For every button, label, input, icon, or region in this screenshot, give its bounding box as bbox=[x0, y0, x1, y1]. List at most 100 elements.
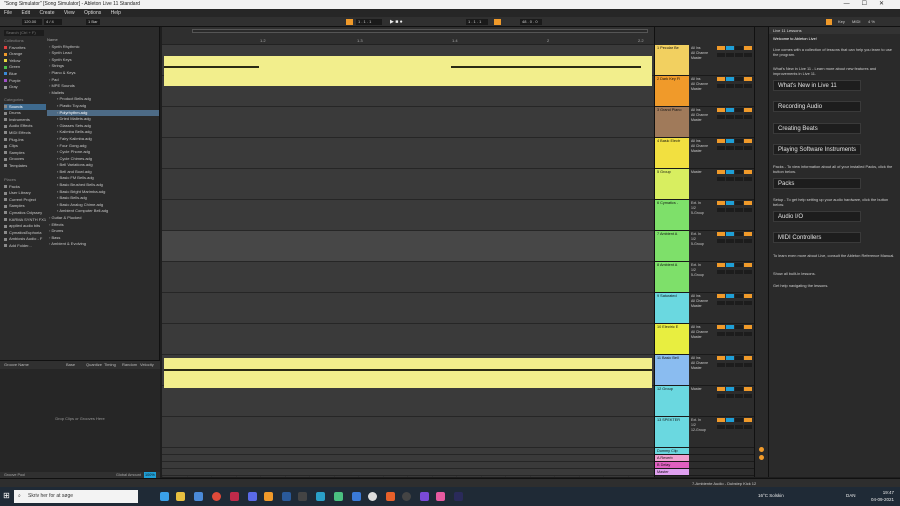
app-icon[interactable] bbox=[352, 492, 361, 501]
browser-item[interactable]: ▪ Plastic Toy.adg bbox=[47, 103, 159, 110]
track-lane[interactable] bbox=[162, 169, 654, 200]
track-io-out[interactable]: Master bbox=[691, 366, 715, 371]
send-b-field[interactable] bbox=[743, 270, 752, 275]
arm-button[interactable] bbox=[734, 232, 743, 237]
app-icon[interactable] bbox=[386, 492, 395, 501]
send-a-field[interactable] bbox=[734, 270, 743, 275]
send-a-field[interactable] bbox=[734, 332, 743, 337]
send-b-field[interactable] bbox=[743, 146, 752, 151]
place-item[interactable]: Add Folder... bbox=[4, 243, 46, 250]
monitor-button[interactable] bbox=[743, 356, 752, 361]
collection-item[interactable]: Yellow bbox=[4, 58, 46, 65]
play-stop-record[interactable]: ▶ ■ ● bbox=[388, 19, 410, 25]
monitor-button[interactable] bbox=[743, 139, 752, 144]
volume-field[interactable] bbox=[717, 332, 726, 337]
track-header[interactable]: 1 Pecular Be All Ins All Channe Master bbox=[655, 45, 755, 76]
arm-button[interactable] bbox=[734, 418, 743, 423]
key-map-button[interactable] bbox=[826, 19, 832, 25]
pan-field[interactable] bbox=[726, 394, 735, 399]
volume-field[interactable] bbox=[717, 84, 726, 89]
ableton-icon[interactable] bbox=[298, 492, 307, 501]
app-icon[interactable] bbox=[230, 492, 239, 501]
browser-item[interactable]: › Guitar & Plucked bbox=[47, 215, 159, 222]
arm-button[interactable] bbox=[734, 108, 743, 113]
pan-field[interactable] bbox=[726, 146, 735, 151]
solo-button[interactable] bbox=[726, 325, 735, 330]
category-item[interactable]: MIDI Effects bbox=[4, 130, 46, 137]
midi-label[interactable]: MIDI bbox=[850, 19, 862, 25]
track-io-out[interactable]: Master bbox=[691, 170, 715, 175]
track-io-out[interactable]: Master bbox=[691, 387, 715, 392]
track-name[interactable]: 5 Group bbox=[655, 169, 689, 199]
track-name[interactable]: 1 Pecular Be bbox=[655, 45, 689, 75]
browser-item[interactable]: ▪ Kalimba Bells.adg bbox=[47, 129, 159, 136]
collection-item[interactable]: Orange bbox=[4, 51, 46, 58]
arm-button[interactable] bbox=[734, 294, 743, 299]
volume-field[interactable] bbox=[717, 301, 726, 306]
weather-widget[interactable]: 16°C Solskin bbox=[758, 493, 784, 498]
chrome-icon[interactable] bbox=[212, 492, 221, 501]
solo-button[interactable] bbox=[726, 387, 735, 392]
midi-clip-track-11[interactable] bbox=[164, 358, 652, 388]
track-activator-button[interactable] bbox=[717, 139, 726, 144]
key-label[interactable]: Key bbox=[836, 19, 846, 25]
pan-field[interactable] bbox=[726, 270, 735, 275]
quantize-menu[interactable]: 1 Bar bbox=[86, 19, 100, 25]
arrangement-view[interactable]: 1.2 1.3 1.4 2 2.2 0:00:0000:00:2500:00:5… bbox=[162, 27, 654, 505]
track-lane[interactable] bbox=[162, 469, 654, 476]
monitor-button[interactable] bbox=[743, 201, 752, 206]
track-name[interactable]: 12 Group bbox=[655, 386, 689, 416]
file-explorer-icon[interactable] bbox=[176, 492, 185, 501]
lesson-button-creating-beats[interactable]: Creating Beats bbox=[773, 123, 861, 134]
track-lane[interactable] bbox=[162, 417, 654, 448]
browser-item[interactable]: › Bass bbox=[47, 235, 159, 242]
track-activator-button[interactable] bbox=[717, 201, 726, 206]
track-name[interactable]: 10 Electric E bbox=[655, 324, 689, 354]
track-lane[interactable] bbox=[162, 448, 654, 455]
track-lane[interactable] bbox=[162, 107, 654, 138]
send-a-field[interactable] bbox=[734, 208, 743, 213]
category-item[interactable]: Clips bbox=[4, 143, 46, 150]
app-icon[interactable] bbox=[420, 492, 429, 501]
browser-item[interactable]: ▪ Four Gong.adg bbox=[47, 143, 159, 150]
track-io-out[interactable]: 5-Group bbox=[691, 273, 715, 278]
send-b-field[interactable] bbox=[743, 208, 752, 213]
pan-field[interactable] bbox=[726, 425, 735, 430]
monitor-button[interactable] bbox=[743, 387, 752, 392]
send-b-field[interactable] bbox=[743, 239, 752, 244]
collection-item[interactable]: Favorites bbox=[4, 45, 46, 52]
track-name[interactable]: A Reverb bbox=[655, 455, 689, 461]
solo-button[interactable] bbox=[726, 232, 735, 237]
browser-item[interactable]: › Mallets bbox=[47, 90, 159, 97]
browser-item[interactable]: ▪ Product Bells.adg bbox=[47, 96, 159, 103]
browser-item[interactable]: ▪ Basic Analog Chime.adg bbox=[47, 202, 159, 209]
lessons-manual-text[interactable]: To learn even more about Live, consult t… bbox=[773, 253, 897, 258]
browser-item[interactable]: ▪ Fairy Kalimba.adg bbox=[47, 136, 159, 143]
lesson-button-midi-controllers[interactable]: MIDI Controllers bbox=[773, 232, 861, 243]
lesson-button-software-instruments[interactable]: Playing Software Instruments bbox=[773, 144, 861, 155]
browser-item[interactable]: ▪ Cycle Chimes.adg bbox=[47, 156, 159, 163]
solo-button[interactable] bbox=[726, 139, 735, 144]
collection-item[interactable]: Gray bbox=[4, 84, 46, 91]
browser-item[interactable]: ▪ Dried Mallets.adg bbox=[47, 116, 159, 123]
track-header[interactable]: Master bbox=[655, 469, 755, 476]
place-item[interactable]: Samples bbox=[4, 203, 46, 210]
track-header[interactable]: 11 Basic Bell All Ins All Channe Master bbox=[655, 355, 755, 386]
browser-item[interactable]: › Drums bbox=[47, 228, 159, 235]
send-b-indicator[interactable] bbox=[759, 455, 764, 460]
browser-item[interactable]: ▪ Bell and Bowl.adg bbox=[47, 169, 159, 176]
track-header[interactable]: 12 Group Master bbox=[655, 386, 755, 417]
track-activator-button[interactable] bbox=[717, 418, 726, 423]
track-header[interactable]: 13 SPEKTER Ext. In 1/2 12-Group bbox=[655, 417, 755, 448]
lessons-show-all-link[interactable]: Show all built-in lessons. bbox=[773, 271, 897, 276]
pan-field[interactable] bbox=[726, 332, 735, 337]
taskbar-search-input[interactable]: ⌕ Skriv her for at søge bbox=[14, 490, 138, 503]
collection-item[interactable]: Purple bbox=[4, 78, 46, 85]
menu-edit[interactable]: Edit bbox=[21, 10, 30, 16]
track-lane[interactable] bbox=[162, 293, 654, 324]
collection-item[interactable]: Green bbox=[4, 64, 46, 71]
track-name[interactable]: 7 Ambient A bbox=[655, 231, 689, 261]
lesson-button-audio-io[interactable]: Audio I/O bbox=[773, 211, 861, 222]
track-lane[interactable] bbox=[162, 324, 654, 355]
track-header[interactable]: 8 Ambient A Ext. In 1/2 5-Group bbox=[655, 262, 755, 293]
